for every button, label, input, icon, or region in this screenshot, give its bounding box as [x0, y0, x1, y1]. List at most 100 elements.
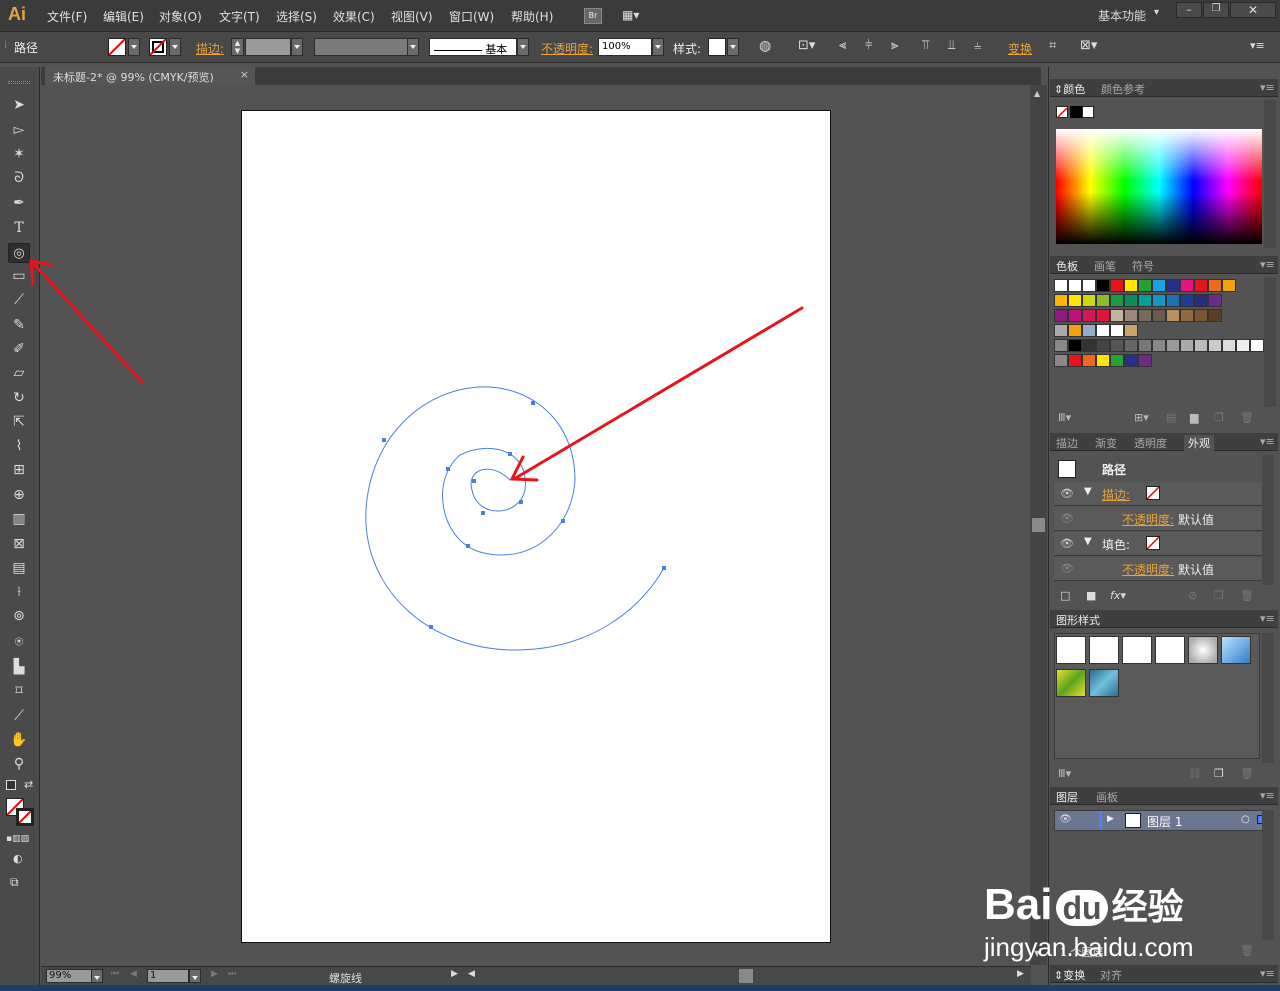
swatch[interactable]	[1236, 339, 1250, 352]
swatch[interactable]	[1082, 294, 1096, 307]
tab-graphic-styles[interactable]: 图形样式	[1056, 612, 1100, 628]
tab-stroke[interactable]: 描边	[1056, 435, 1078, 451]
swatch[interactable]	[1110, 294, 1124, 307]
swatch[interactable]	[1068, 309, 1082, 322]
tab-transform[interactable]: ⇕变换	[1054, 967, 1085, 983]
tab-gradient[interactable]: 渐变	[1095, 435, 1117, 451]
swatch[interactable]	[1194, 309, 1208, 322]
next-artboard-icon[interactable]: ▶	[211, 969, 218, 979]
swatch[interactable]	[1180, 309, 1194, 322]
swatch[interactable]	[1082, 354, 1096, 367]
swatches-scrollbar[interactable]	[1264, 277, 1276, 407]
hscroll-thumb[interactable]	[739, 969, 753, 983]
appearance-opacity-row[interactable]: 👁 不透明度: 默认值	[1054, 507, 1262, 531]
swatch[interactable]	[1166, 294, 1180, 307]
tab-align[interactable]: 对齐	[1100, 967, 1122, 983]
graphic-style-libraries-icon[interactable]: Ⅲ▾	[1058, 767, 1071, 780]
swatch[interactable]	[1082, 339, 1096, 352]
tab-color-guide[interactable]: 颜色参考	[1101, 81, 1145, 97]
zoom-input[interactable]: 99%	[46, 969, 92, 983]
visibility-eye-icon[interactable]: 👁	[1060, 537, 1074, 550]
first-artboard-icon[interactable]: ⏮	[111, 969, 119, 979]
swatch[interactable]	[1096, 339, 1110, 352]
prev-artboard-icon[interactable]: ◀	[130, 969, 137, 979]
appearance-fill-row[interactable]: 👁 ▼ 填色:	[1054, 532, 1262, 556]
appearance-scrollbar[interactable]	[1262, 455, 1274, 585]
color-panel-menu-icon[interactable]: ▾≡	[1260, 81, 1275, 94]
swatch[interactable]	[1124, 324, 1138, 337]
swatch[interactable]	[1068, 279, 1082, 292]
hscroll-right-icon[interactable]: ▶	[1017, 969, 1024, 979]
delete-layer-icon[interactable]: 🗑	[1240, 944, 1254, 957]
swatch[interactable]	[1054, 354, 1068, 367]
swatch[interactable]	[1138, 279, 1152, 292]
delete-item-icon[interactable]: 🗑	[1240, 589, 1254, 602]
appearance-stroke-label[interactable]: 描边:	[1102, 486, 1130, 503]
color-spectrum[interactable]	[1056, 129, 1262, 244]
swatch[interactable]	[1110, 309, 1124, 322]
swatch[interactable]	[1124, 279, 1138, 292]
break-link-icon[interactable]: ⛓	[1188, 767, 1202, 780]
graphic-style-stroke[interactable]	[1155, 636, 1185, 664]
graphic-style-blue-gloss[interactable]	[1221, 636, 1251, 664]
swatch[interactable]	[1096, 354, 1110, 367]
tab-appearance[interactable]: 外观	[1184, 435, 1214, 451]
tab-transparency[interactable]: 透明度	[1134, 435, 1167, 451]
layer-visibility-eye-icon[interactable]: 👁	[1059, 814, 1072, 825]
layer-expand-icon[interactable]: ▶	[1107, 814, 1114, 824]
swatch-libraries-icon[interactable]: Ⅲ▾	[1058, 411, 1071, 424]
tab-symbols[interactable]: 符号	[1132, 258, 1154, 274]
swatch[interactable]	[1068, 324, 1082, 337]
appearance-opacity2-row[interactable]: 👁 不透明度: 默认值	[1054, 557, 1262, 581]
appearance-opacity2-label[interactable]: 不透明度:	[1122, 561, 1174, 578]
color-white-swatch[interactable]	[1082, 106, 1094, 118]
zoom-dropdown[interactable]	[91, 969, 103, 983]
swatch[interactable]	[1138, 294, 1152, 307]
swatch[interactable]	[1096, 294, 1110, 307]
swatch[interactable]	[1138, 339, 1152, 352]
tab-color[interactable]: ⇕颜色	[1054, 81, 1085, 97]
swatch[interactable]	[1082, 279, 1096, 292]
swatch[interactable]	[1054, 324, 1068, 337]
swatch[interactable]	[1068, 294, 1082, 307]
tab-swatches[interactable]: 色板	[1056, 258, 1078, 274]
color-panel-scrollbar[interactable]	[1264, 100, 1276, 248]
swatch[interactable]	[1054, 339, 1068, 352]
swatch[interactable]	[1138, 309, 1152, 322]
visibility-eye-icon[interactable]: 👁	[1060, 562, 1074, 575]
add-new-fill-icon[interactable]: ■	[1086, 589, 1096, 602]
swatch[interactable]	[1166, 309, 1180, 322]
swatch[interactable]	[1180, 279, 1194, 292]
swatch[interactable]	[1110, 354, 1124, 367]
swatch[interactable]	[1110, 339, 1124, 352]
tab-layers[interactable]: 图层	[1056, 789, 1078, 805]
color-black-swatch[interactable]	[1070, 106, 1082, 118]
swatch[interactable]	[1208, 294, 1222, 307]
swatch[interactable]	[1138, 354, 1152, 367]
delete-swatch-icon[interactable]: 🗑	[1240, 411, 1254, 424]
delete-graphic-style-icon[interactable]: 🗑	[1240, 767, 1254, 780]
layer-name[interactable]: 图层 1	[1147, 813, 1182, 830]
graphic-style-default[interactable]	[1056, 636, 1086, 664]
clear-appearance-icon[interactable]: ⊘	[1188, 589, 1197, 602]
swatch[interactable]	[1096, 309, 1110, 322]
swatch[interactable]	[1082, 309, 1096, 322]
swatch[interactable]	[1096, 279, 1110, 292]
swatch[interactable]	[1208, 309, 1222, 322]
artboard-dropdown[interactable]	[189, 969, 201, 983]
swatch[interactable]	[1124, 309, 1138, 322]
swatch[interactable]	[1110, 324, 1124, 337]
swatch[interactable]	[1166, 339, 1180, 352]
expand-triangle-icon[interactable]: ▼	[1084, 536, 1092, 547]
expand-triangle-icon[interactable]: ▼	[1084, 486, 1092, 497]
graphic-style-no-fill[interactable]	[1089, 636, 1119, 664]
layer-row[interactable]: 👁 ▶ 图层 1 ○	[1054, 810, 1270, 831]
visibility-eye-icon[interactable]: 👁	[1060, 487, 1074, 500]
swatch[interactable]	[1194, 294, 1208, 307]
swatch[interactable]	[1180, 339, 1194, 352]
layers-scrollbar[interactable]	[1262, 810, 1274, 940]
swatch[interactable]	[1124, 339, 1138, 352]
graphic-styles-scrollbar[interactable]	[1262, 633, 1274, 763]
swatch[interactable]	[1180, 294, 1194, 307]
swatch[interactable]	[1110, 279, 1124, 292]
